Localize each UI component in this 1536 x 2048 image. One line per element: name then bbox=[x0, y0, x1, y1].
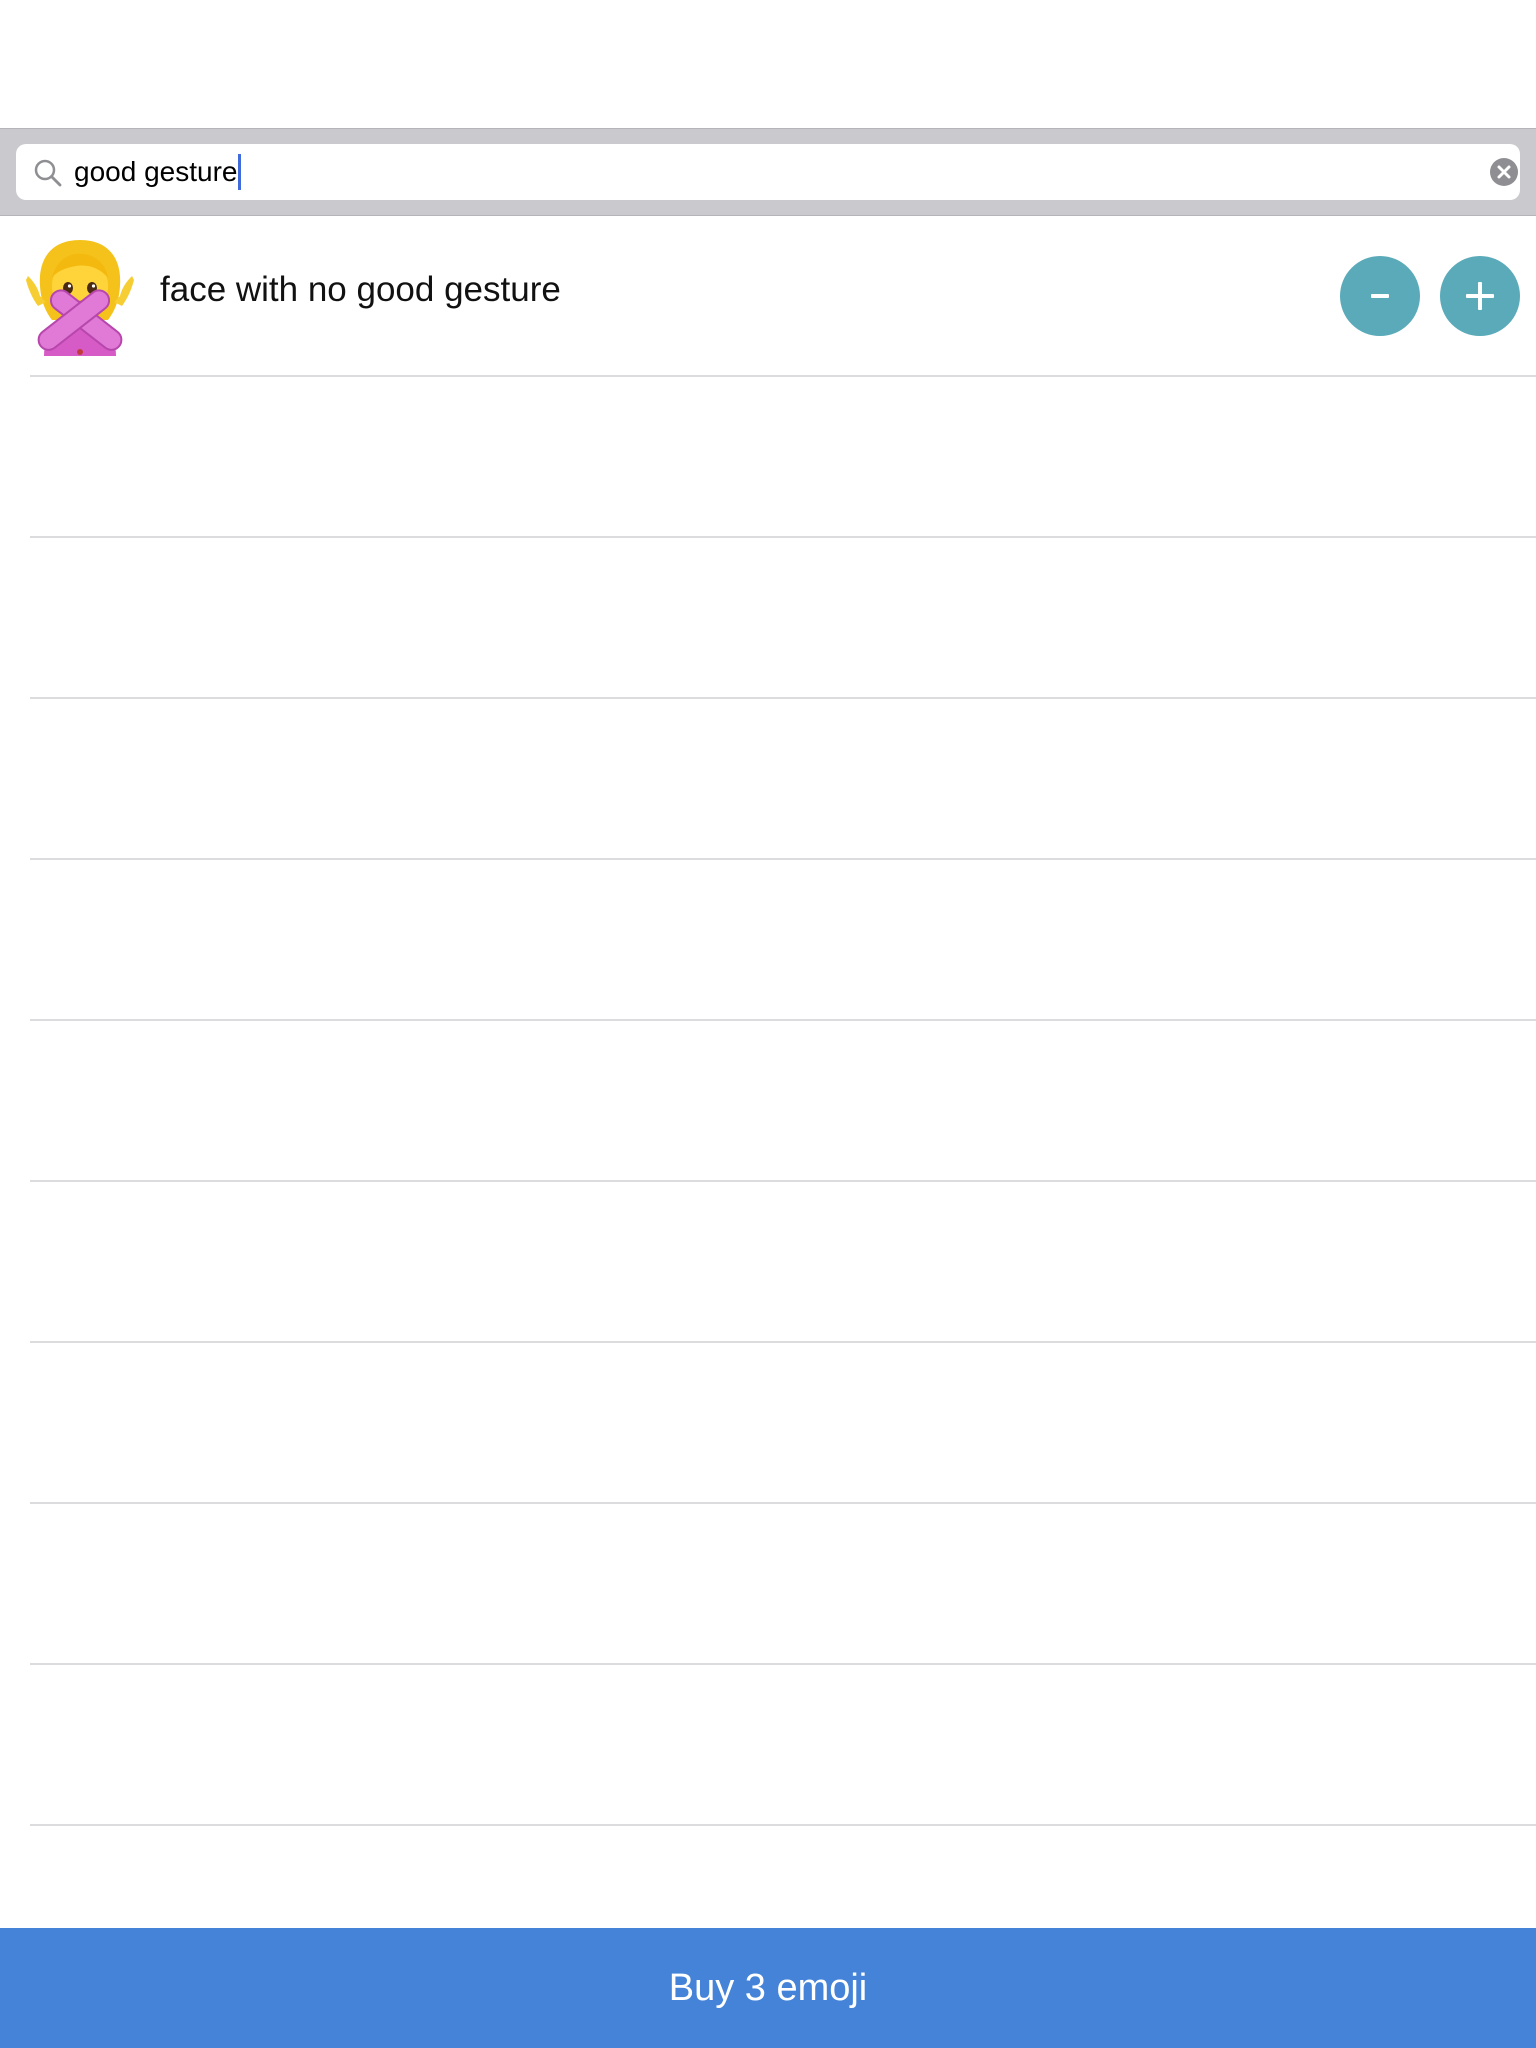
empty-row bbox=[30, 1182, 1536, 1343]
clear-icon[interactable] bbox=[1490, 158, 1518, 186]
search-icon bbox=[34, 159, 62, 187]
plus-icon bbox=[1466, 282, 1494, 310]
emoji-shop-screen: good gesture face with no good gesture B… bbox=[0, 0, 1536, 2048]
search-query-value: good gesture bbox=[74, 156, 238, 187]
increase-quantity-button[interactable] bbox=[1440, 256, 1520, 336]
buy-button-label: Buy 3 emoji bbox=[668, 1967, 868, 2009]
empty-row bbox=[30, 860, 1536, 1021]
emoji-name: face with no good gesture bbox=[160, 270, 561, 309]
list-item[interactable]: face with no good gesture bbox=[26, 216, 1536, 377]
empty-row bbox=[30, 1021, 1536, 1182]
face-with-no-good-gesture-emoji bbox=[26, 240, 134, 356]
empty-row bbox=[30, 1343, 1536, 1504]
empty-row bbox=[30, 538, 1536, 699]
results-list: face with no good gesture bbox=[0, 216, 1536, 1826]
decrease-quantity-button[interactable] bbox=[1340, 256, 1420, 336]
empty-row bbox=[30, 1665, 1536, 1826]
search-query-text: good gesture bbox=[74, 154, 242, 190]
empty-row bbox=[30, 377, 1536, 538]
buy-button[interactable]: Buy 3 emoji bbox=[0, 1928, 1536, 2048]
search-bar: good gesture bbox=[0, 128, 1536, 216]
search-input[interactable]: good gesture bbox=[16, 144, 1520, 200]
empty-row bbox=[30, 1504, 1536, 1665]
minus-icon bbox=[1371, 294, 1389, 298]
text-caret bbox=[238, 154, 242, 190]
empty-row bbox=[30, 699, 1536, 860]
top-bar bbox=[0, 0, 1536, 128]
